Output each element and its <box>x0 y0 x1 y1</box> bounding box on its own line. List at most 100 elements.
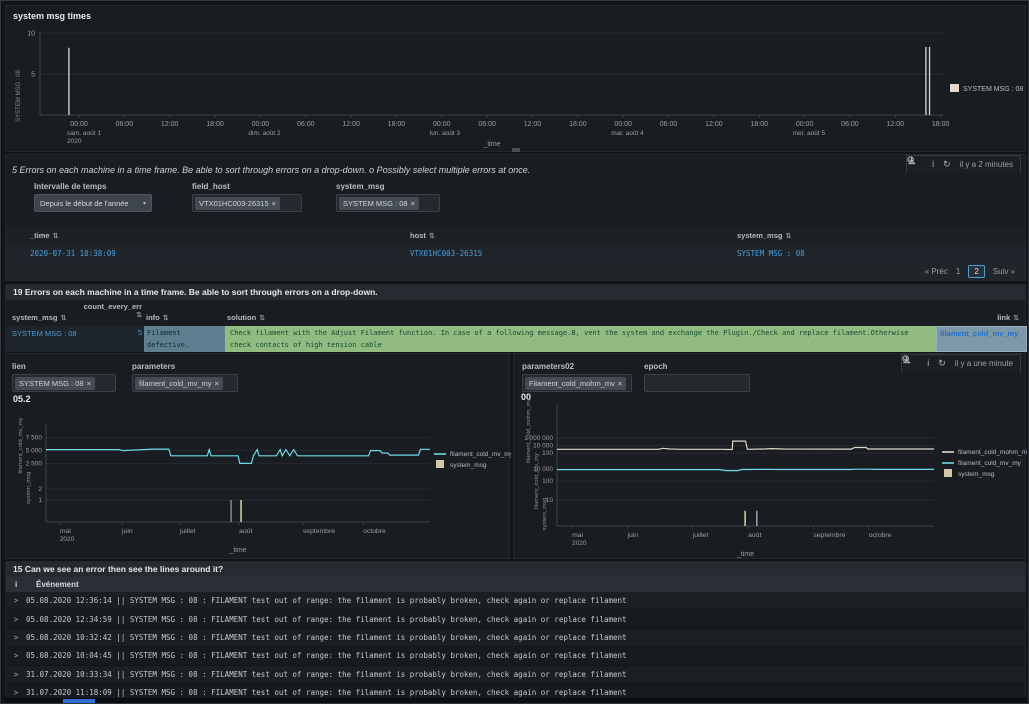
next-page-button[interactable]: Suiv » <box>993 267 1015 276</box>
sort-icon: ⇅ <box>71 311 142 319</box>
event-row: >05.08.2020 12:34:59 || SYSTEM MSG : 08 … <box>6 610 1025 628</box>
svg-text:06:00: 06:00 <box>478 121 496 128</box>
svg-text:juillet: juillet <box>179 528 196 535</box>
pagination: « Préc 1 2 Suiv » <box>925 265 1015 278</box>
svg-text:06:00: 06:00 <box>116 121 134 128</box>
svg-text:filament_cold_mv_my: filament_cold_mv_my <box>18 417 24 473</box>
svg-text:18:00: 18:00 <box>569 121 587 128</box>
svg-text:18:00: 18:00 <box>388 121 406 128</box>
svg-text:system_msg: system_msg <box>26 472 32 505</box>
col-system-msg[interactable]: system_msg⇅ <box>12 313 66 322</box>
events-header-row: i Événement <box>6 577 1025 592</box>
col-time[interactable]: _time⇅ <box>30 231 58 240</box>
svg-text:filament_cold_mohm_mv: filament_cold_mohm_mv <box>526 399 532 464</box>
svg-text:system_msg: system_msg <box>958 471 995 478</box>
time-range-value: Depuis le début de l'année <box>40 199 129 208</box>
expand-chevron-icon[interactable]: > <box>6 688 26 697</box>
row-time-link[interactable]: 2020-07-31 18:38:09 <box>30 249 116 258</box>
col-info[interactable]: info⇅ <box>146 313 169 322</box>
svg-text:filament_cold_mv_my: filament_cold_mv_my <box>534 453 540 509</box>
svg-text:mai: mai <box>60 528 71 535</box>
system-msg-input[interactable]: SYSTEM MSG : 08 × <box>336 194 440 212</box>
col-link[interactable]: link⇅ <box>936 313 1019 322</box>
series-filament_cold_mv_my <box>46 449 430 463</box>
chevron-down-icon: ▾ <box>143 200 146 207</box>
system-msg-times-chart[interactable]: 10500:00sam. août 1202006:0012:0018:0000… <box>6 6 1027 153</box>
svg-text:18:00: 18:00 <box>750 121 768 128</box>
panel-system-msg-times: system msg times 10500:00sam. août 12020… <box>5 5 1026 152</box>
expand-chevron-icon[interactable]: > <box>6 670 26 679</box>
svg-text:août: août <box>748 532 761 539</box>
col-system-msg[interactable]: system_msg⇅ <box>737 231 791 240</box>
col-event: Événement <box>36 577 79 592</box>
svg-text:octobre: octobre <box>363 528 386 535</box>
svg-text:filament_cold_mohm_mv: filament_cold_mohm_mv <box>958 449 1027 456</box>
svg-text:00:00: 00:00 <box>433 121 451 128</box>
close-icon[interactable]: × <box>411 199 415 208</box>
expand-chevron-icon[interactable]: > <box>6 651 26 660</box>
col-solution[interactable]: solution⇅ <box>227 313 265 322</box>
svg-text:1: 1 <box>38 497 42 504</box>
cell-link[interactable]: filament_cold_mv_my <box>936 326 1027 352</box>
time-range-label: Intervalle de temps <box>34 182 106 191</box>
svg-text:12:00: 12:00 <box>887 121 905 128</box>
pagination-bar: « Préc 1 2 Suiv » <box>6 262 1025 280</box>
event-text: 05.08.2020 10:04:45 || SYSTEM MSG : 08 :… <box>26 651 627 660</box>
svg-text:100: 100 <box>542 450 553 457</box>
dashboard-page: system msg times 10500:00sam. août 12020… <box>0 0 1029 704</box>
sort-icon: ⇅ <box>163 315 169 322</box>
refresh-icon[interactable]: ↻ <box>943 160 951 169</box>
event-row: >05.08.2020 10:32:42 || SYSTEM MSG : 08 … <box>6 629 1025 647</box>
table-row: 2020-07-31 18:38:09 VTX01HC003-26315 SYS… <box>6 244 1025 263</box>
time-range-dropdown[interactable]: Depuis le début de l'année ▾ <box>34 194 152 212</box>
svg-text:dim. août 2: dim. août 2 <box>248 130 281 137</box>
event-row: >31.07.2020 10:33:34 || SYSTEM MSG : 08 … <box>6 666 1025 684</box>
svg-text:12:00: 12:00 <box>161 121 179 128</box>
prev-page-button[interactable]: « Préc <box>925 267 948 276</box>
svg-text:2: 2 <box>38 486 42 493</box>
close-icon[interactable]: × <box>272 199 276 208</box>
system-msg-label: system_msg <box>336 182 384 191</box>
chart-legend: SYSTEM MSG : 08 <box>950 84 1023 93</box>
page-2-button[interactable]: 2 <box>968 265 984 278</box>
filament-mohm-chart[interactable]: 1 000 00010 00010010 00010010mai2020juin… <box>514 354 1027 560</box>
expand-chevron-icon[interactable]: > <box>6 596 26 605</box>
horizontal-scrollbar[interactable] <box>5 698 1026 704</box>
sort-icon: ⇅ <box>53 233 59 240</box>
row-msg-link[interactable]: SYSTEM MSG : 08 <box>737 249 805 258</box>
panel-chart-00: i ↻ il y a une minute parameters02 Filam… <box>513 353 1026 559</box>
event-row: >05.08.2020 10:04:45 || SYSTEM MSG : 08 … <box>6 647 1025 665</box>
section-errors-dropdown: 19 Errors on each machine in a time fram… <box>5 284 1026 351</box>
svg-text:00:00: 00:00 <box>70 121 88 128</box>
svg-text:juin: juin <box>121 528 133 535</box>
svg-text:lun. août 3: lun. août 3 <box>430 130 461 137</box>
sort-icon: ⇅ <box>60 315 66 322</box>
section-title: 19 Errors on each machine in a time fram… <box>6 285 1025 300</box>
events-list: >05.08.2020 12:36:14 || SYSTEM MSG : 08 … <box>6 592 1025 702</box>
event-text: 05.08.2020 12:34:59 || SYSTEM MSG : 08 :… <box>26 615 627 624</box>
svg-text:2 500: 2 500 <box>26 460 43 467</box>
scrollbar-thumb[interactable] <box>63 699 95 703</box>
chart-00-plot: 1 000 00010 00010010 00010010mai2020juin… <box>524 399 934 558</box>
field-host-input[interactable]: VTX01HC003-26315 × <box>192 194 302 212</box>
system-msg-chip[interactable]: SYSTEM MSG : 08 × <box>339 197 419 210</box>
row-host-link[interactable]: VTX01HC003-26315 <box>410 249 482 258</box>
svg-text:10 000: 10 000 <box>533 443 553 450</box>
col-count[interactable]: count_every_err ⇅ <box>68 302 142 319</box>
event-text: 05.08.2020 12:36:14 || SYSTEM MSG : 08 :… <box>26 596 627 605</box>
expand-chevron-icon[interactable]: > <box>6 615 26 624</box>
svg-text:filament_cold_mv_my: filament_cold_mv_my <box>450 451 511 458</box>
svg-text:100: 100 <box>542 478 553 485</box>
col-host[interactable]: host⇅ <box>410 231 435 240</box>
chart-legend: filament_cold_mohm_mv filament_cold_mv_my… <box>942 449 1027 478</box>
filament-cold-chart[interactable]: 7 5005 0002 50021mai2020juinjuilletaoûts… <box>6 354 511 560</box>
host-chip[interactable]: VTX01HC003-26315 × <box>195 197 280 210</box>
info-icon[interactable]: i <box>932 160 934 169</box>
cell-count[interactable]: 5 <box>68 328 142 337</box>
page-1-button[interactable]: 1 <box>956 267 960 276</box>
svg-text:SYSTEM MSG : 08: SYSTEM MSG : 08 <box>963 86 1023 93</box>
expand-chevron-icon[interactable]: > <box>6 633 26 642</box>
svg-text:filament_cold_mv_my: filament_cold_mv_my <box>958 460 1022 467</box>
svg-text:5 000: 5 000 <box>26 447 43 454</box>
col-expand: i <box>15 577 17 592</box>
